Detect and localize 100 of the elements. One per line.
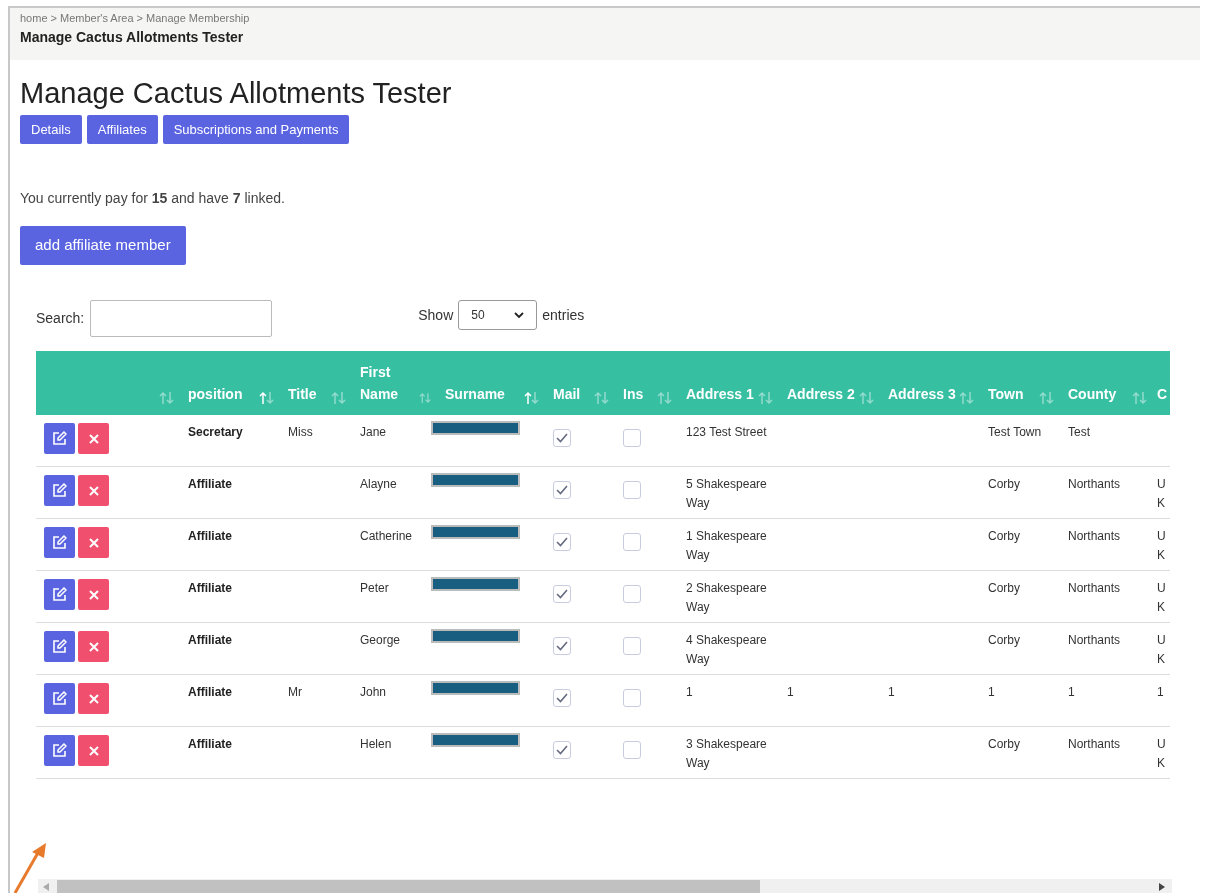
tab-button[interactable]: Subscriptions and Payments xyxy=(162,115,350,144)
delete-button[interactable] xyxy=(78,579,109,610)
table-cell: 123 Test Street xyxy=(686,425,767,439)
column-header[interactable]: County xyxy=(1068,383,1117,405)
column-header[interactable]: C xyxy=(1157,383,1168,405)
table-cell: Mr xyxy=(288,685,302,699)
table-cell: 1 xyxy=(686,685,693,699)
edit-button[interactable] xyxy=(44,527,75,558)
checkbox[interactable] xyxy=(553,637,571,655)
column-header[interactable]: Ins xyxy=(623,383,644,405)
table-cell: Secretary xyxy=(188,425,243,439)
edit-button[interactable] xyxy=(44,631,75,662)
delete-button[interactable] xyxy=(78,735,109,766)
delete-button[interactable] xyxy=(78,631,109,662)
checkbox[interactable] xyxy=(623,429,641,447)
column-header[interactable]: Title xyxy=(288,383,317,405)
scrollbar-thumb[interactable] xyxy=(57,880,760,893)
close-icon xyxy=(88,537,99,548)
checkbox[interactable] xyxy=(623,585,641,603)
close-icon xyxy=(88,589,99,600)
table-cell: Northants xyxy=(1068,737,1121,751)
checkbox[interactable] xyxy=(553,429,571,447)
edit-button[interactable] xyxy=(44,423,75,454)
breadcrumb-link[interactable]: Member's Area xyxy=(59,10,134,27)
entries-select[interactable]: 50 xyxy=(458,300,538,330)
table-cell: Corby xyxy=(988,737,1020,751)
page-title: Manage Cactus Allotments Tester xyxy=(20,27,244,47)
close-icon xyxy=(88,693,99,704)
page-heading: Manage Cactus Allotments Tester xyxy=(20,76,452,111)
table-cell: Helen xyxy=(360,737,392,751)
table-cell: 1 xyxy=(988,685,995,699)
column-header[interactable]: Surname xyxy=(445,383,505,405)
annotation-arrow xyxy=(13,843,49,893)
breadcrumb-link[interactable]: Manage Membership xyxy=(146,10,250,27)
checkbox[interactable] xyxy=(623,533,641,551)
table-cell: 1 xyxy=(787,685,794,699)
add-affiliate-button[interactable]: add affiliate member xyxy=(20,226,186,265)
table-cell: Affiliate xyxy=(188,477,232,491)
table-cell: Miss xyxy=(288,425,313,439)
table-cell: Alayne xyxy=(360,477,397,491)
edit-icon xyxy=(52,639,67,654)
column-header[interactable]: Address 2 xyxy=(787,383,855,405)
tab-button[interactable]: Details xyxy=(20,115,82,144)
table-cell: U K xyxy=(1157,737,1166,770)
table-cell: U K xyxy=(1157,477,1166,510)
close-icon xyxy=(88,745,99,756)
table-cell: 4 Shakespeare Way xyxy=(686,633,767,666)
edit-button[interactable] xyxy=(44,735,75,766)
checkbox[interactable] xyxy=(623,481,641,499)
edit-icon xyxy=(52,691,67,706)
search-field[interactable] xyxy=(90,299,273,337)
table-cell: Northants xyxy=(1068,581,1121,595)
table-cell: Test xyxy=(1068,425,1090,439)
column-header[interactable]: Town xyxy=(988,383,1024,405)
sort-icon[interactable] xyxy=(259,391,274,405)
table-cell: John xyxy=(360,685,387,699)
delete-button[interactable] xyxy=(78,683,109,714)
table-cell: 1 xyxy=(1068,685,1075,699)
table-cell: Northants xyxy=(1068,633,1121,647)
edit-button[interactable] xyxy=(44,683,75,714)
scroll-left-icon[interactable] xyxy=(43,883,49,891)
breadcrumb-separator: > xyxy=(50,11,57,26)
table-cell: Peter xyxy=(360,581,389,595)
table-cell: 5 Shakespeare Way xyxy=(686,477,767,510)
table-cell: Affiliate xyxy=(188,685,232,699)
checkbox[interactable] xyxy=(623,689,641,707)
column-header[interactable]: Address 1 xyxy=(686,383,754,405)
checkbox[interactable] xyxy=(553,689,571,707)
checkbox[interactable] xyxy=(553,481,571,499)
table-cell: 1 xyxy=(888,685,895,699)
show-label: Show xyxy=(418,305,454,325)
table-cell: 3 Shakespeare Way xyxy=(686,737,767,770)
table-cell: Affiliate xyxy=(188,633,232,647)
checkbox[interactable] xyxy=(553,585,571,603)
table-cell: Jane xyxy=(360,425,387,439)
checkbox[interactable] xyxy=(623,637,641,655)
scroll-right-icon[interactable] xyxy=(1159,883,1165,891)
checkbox[interactable] xyxy=(553,741,571,759)
table-cell: Test Town xyxy=(988,425,1042,439)
delete-button[interactable] xyxy=(78,423,109,454)
edit-button[interactable] xyxy=(44,475,75,506)
edit-button[interactable] xyxy=(44,579,75,610)
column-header[interactable]: Address 3 xyxy=(888,383,956,405)
checkbox[interactable] xyxy=(623,741,641,759)
delete-button[interactable] xyxy=(78,527,109,558)
close-icon xyxy=(88,433,99,444)
column-header[interactable]: First Name xyxy=(360,361,419,405)
tab-button[interactable]: Affiliates xyxy=(86,115,158,144)
delete-button[interactable] xyxy=(78,475,109,506)
column-header[interactable]: position xyxy=(188,383,243,405)
table-cell: U K xyxy=(1157,633,1166,666)
sort-icon[interactable] xyxy=(524,391,539,405)
checkbox[interactable] xyxy=(553,533,571,551)
edit-icon xyxy=(52,535,67,550)
table-cell: Corby xyxy=(988,633,1020,647)
breadcrumb-link[interactable]: home xyxy=(20,10,48,27)
column-header[interactable]: Mail xyxy=(553,383,581,405)
summary-text: You currently pay for 15 and have 7 linked. xyxy=(20,189,285,208)
close-icon xyxy=(88,485,99,496)
table-cell: U K xyxy=(1157,529,1166,562)
